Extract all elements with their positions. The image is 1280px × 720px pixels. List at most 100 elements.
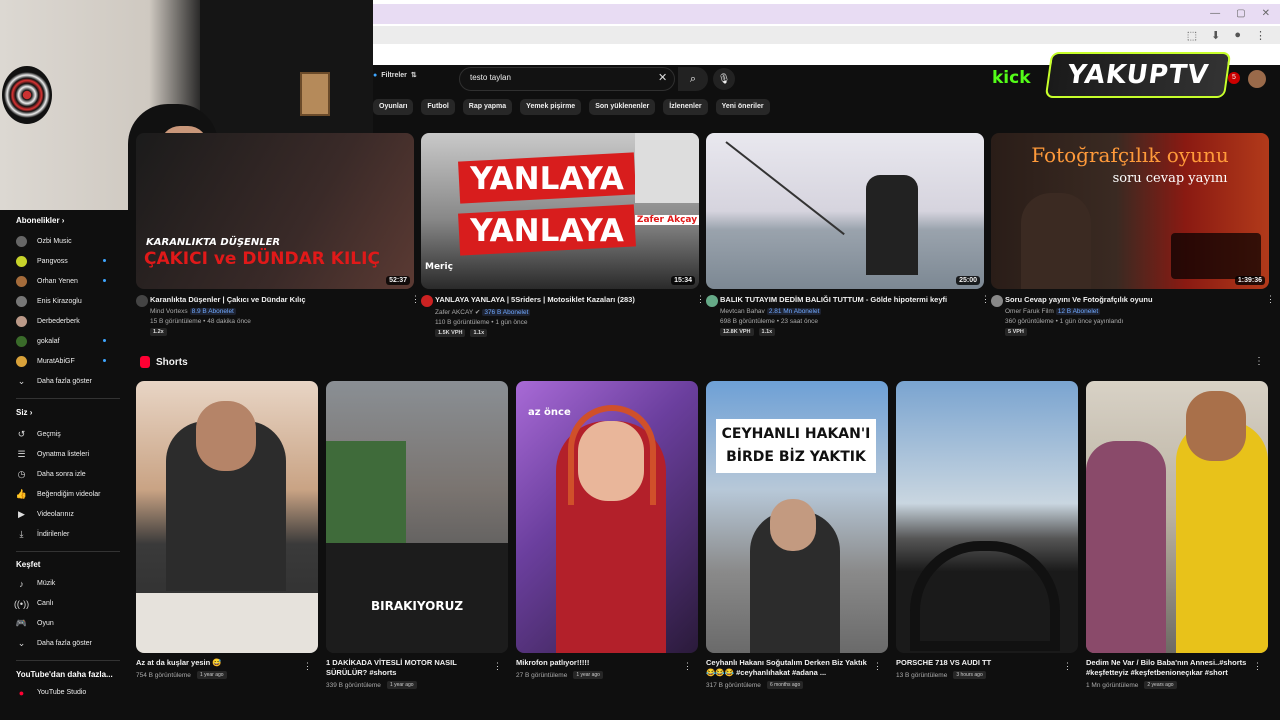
sidebar-item-gaming[interactable]: 🎮 Oyun — [16, 618, 126, 629]
subscriptions-title[interactable]: Abonelikler › — [16, 216, 64, 225]
menu-icon[interactable]: ⋮ — [1255, 29, 1266, 42]
search-input[interactable]: testo taylan — [459, 67, 675, 91]
sidebar-sub[interactable]: gokalaf — [16, 336, 126, 347]
short-title[interactable]: PORSCHE 718 VS AUDI TT — [896, 658, 1066, 668]
chip[interactable]: Son yüklenenler — [589, 99, 656, 115]
channel-avatar[interactable] — [421, 295, 433, 307]
video-title[interactable]: YANLAYA YANLAYA | 5Sriders | Motosiklet … — [435, 295, 690, 304]
video-title[interactable]: Karanlıkta Düşenler | Çakıcı ve Dündar K… — [150, 295, 405, 304]
channel-avatar[interactable] — [706, 295, 718, 307]
sidebar-item-liked[interactable]: 👍 Beğendiğim videolar — [16, 489, 126, 500]
voice-search-button[interactable]: 🎙 — [713, 68, 735, 90]
short-title[interactable]: Az at da kuşlar yesin 😅 — [136, 658, 306, 668]
chip[interactable]: Futbol — [421, 99, 455, 115]
more-options-icon[interactable]: ⋮ — [1266, 294, 1275, 305]
browser-address-bar[interactable] — [373, 26, 1280, 44]
notification-badge[interactable]: 5 — [1228, 72, 1240, 84]
sidebar-item-watch-later[interactable]: ◷ Daha sonra izle — [16, 469, 126, 480]
you-title[interactable]: Siz › — [16, 408, 32, 417]
more-options-icon[interactable]: ⋮ — [873, 661, 882, 672]
more-options-icon[interactable]: ⋮ — [1254, 356, 1264, 367]
short-card[interactable]: Az at da kuşlar yesin 😅 754 B görüntülem… — [136, 381, 318, 679]
sidebar-sub[interactable]: Pangvoss — [16, 256, 126, 267]
clear-search-icon[interactable]: ✕ — [658, 71, 667, 84]
channel-name[interactable]: Mevtcan Bahav — [720, 308, 765, 315]
chip[interactable]: Oyunları — [373, 99, 414, 115]
video-title[interactable]: BALIK TUTAYIM DEDİM BALIĞI TUTTUM - Göld… — [720, 295, 975, 304]
short-thumbnail[interactable] — [896, 381, 1078, 653]
show-more-explore[interactable]: ⌄ Daha fazla göster — [16, 638, 126, 649]
sidebar-sub[interactable]: Enis Kirazoglu — [16, 296, 126, 307]
channel-avatar[interactable] — [991, 295, 1003, 307]
sidebar-sub[interactable]: Orhan Yenen — [16, 276, 126, 287]
short-card[interactable]: Dedim Ne Var / Bilo Baba'nın Annesi..#sh… — [1086, 381, 1268, 689]
more-options-icon[interactable]: ⋮ — [683, 661, 692, 672]
more-options-icon[interactable]: ⋮ — [411, 294, 420, 305]
duration-badge: 25:00 — [956, 276, 980, 285]
sidebar-sub[interactable]: Derbederberk — [16, 316, 126, 327]
video-card[interactable]: KARANLIKTA DÜŞENLER ÇAKICI ve DÜNDAR KIL… — [136, 133, 420, 336]
short-thumbnail[interactable]: CEYHANLI HAKAN'I BİRDE BİZ YAKTIK — [706, 381, 888, 653]
chip[interactable]: İzlenenler — [663, 99, 708, 115]
short-card[interactable]: PORSCHE 718 VS AUDI TT 13 B görüntüleme 3… — [896, 381, 1078, 679]
browser-tab-strip[interactable] — [373, 4, 1280, 24]
more-options-icon[interactable]: ⋮ — [493, 661, 502, 672]
video-card[interactable]: YANLAYA YANLAYA Zafer Akçay Meriç 15:34 … — [421, 133, 705, 337]
download-icon[interactable]: ⬇ — [1211, 29, 1220, 42]
thumbnail-overlay-text: BIRAKIYORUZ — [370, 599, 464, 613]
more-options-icon[interactable]: ⋮ — [1063, 661, 1072, 672]
avatar — [16, 316, 27, 327]
short-stats: 339 B görüntüleme 1 year ago — [326, 681, 508, 689]
filters-button[interactable]: ● Filtreler ⇅ — [373, 71, 417, 80]
short-thumbnail[interactable]: az önce — [516, 381, 698, 653]
video-card[interactable]: Fotoğrafçılık oyunu soru cevap yayını 1:… — [991, 133, 1275, 336]
sidebar-item-live[interactable]: ((•)) Canlı — [14, 598, 126, 609]
age-badge: 1 year ago — [196, 671, 227, 679]
short-card[interactable]: CEYHANLI HAKAN'I BİRDE BİZ YAKTIK Ceyhan… — [706, 381, 888, 689]
sidebar-item-downloads[interactable]: ⤓ İndirilenler — [16, 529, 126, 540]
more-options-icon[interactable]: ⋮ — [981, 294, 990, 305]
sidebar-item-your-videos[interactable]: ▶ Videolarınız — [16, 509, 126, 520]
video-thumbnail[interactable]: YANLAYA YANLAYA Zafer Akçay Meriç 15:34 — [421, 133, 699, 289]
show-more-subs[interactable]: ⌄ Daha fazla göster — [16, 376, 126, 387]
sidebar-sub[interactable]: Ozbi Music — [16, 236, 126, 247]
more-options-icon[interactable]: ⋮ — [696, 294, 705, 305]
sidebar-item-playlists[interactable]: ☰ Oynatma listeleri — [16, 449, 126, 460]
sidebar-item-music[interactable]: ♪ Müzik — [16, 578, 126, 589]
short-card[interactable]: BIRAKIYORUZ 1 DAKİKADA VİTESLİ MOTOR NAS… — [326, 381, 508, 689]
video-thumbnail[interactable]: KARANLIKTA DÜŞENLER ÇAKICI ve DÜNDAR KIL… — [136, 133, 414, 289]
chip[interactable]: Rap yapma — [462, 99, 513, 115]
video-thumbnail[interactable]: 25:00 — [706, 133, 984, 289]
short-card[interactable]: az önce Mikrofon patlıyor!!!!! 27 B görü… — [516, 381, 698, 679]
minimize-icon[interactable]: — — [1210, 8, 1220, 19]
profile-icon[interactable]: ● — [1234, 29, 1241, 42]
chip[interactable]: Yemek pişirme — [520, 99, 582, 115]
short-thumbnail[interactable]: BIRAKIYORUZ — [326, 381, 508, 653]
short-thumbnail[interactable] — [136, 381, 318, 653]
sidebar-sub[interactable]: MuratAbiGF — [16, 356, 126, 367]
video-thumbnail[interactable]: Fotoğrafçılık oyunu soru cevap yayını 1:… — [991, 133, 1269, 289]
more-options-icon[interactable]: ⋮ — [1253, 661, 1262, 672]
short-title[interactable]: Ceyhanlı Hakanı Soğutalım Derken Biz Yak… — [706, 658, 876, 678]
chip[interactable]: Yeni öneriler — [715, 99, 770, 115]
divider — [16, 398, 120, 399]
channel-name[interactable]: Zafer AKCAY — [435, 309, 473, 316]
short-title[interactable]: 1 DAKİKADA VİTESLİ MOTOR NASIL SÜRÜLÜR? … — [326, 658, 496, 678]
more-options-icon[interactable]: ⋮ — [303, 661, 312, 672]
close-window-icon[interactable]: ✕ — [1262, 8, 1270, 19]
channel-name[interactable]: Omer Faruk Film — [1005, 308, 1054, 315]
short-thumbnail[interactable] — [1086, 381, 1268, 653]
channel-avatar[interactable] — [136, 295, 148, 307]
verified-icon: ✔ — [474, 309, 481, 316]
video-title[interactable]: Soru Cevap yayını Ve Fotoğrafçılık oyunu — [1005, 295, 1260, 304]
short-title[interactable]: Mikrofon patlıyor!!!!! — [516, 658, 686, 668]
sidebar-item-studio[interactable]: ● YouTube Studio — [16, 687, 126, 698]
maximize-icon[interactable]: ▢ — [1236, 8, 1245, 19]
short-title[interactable]: Dedim Ne Var / Bilo Baba'nın Annesi..#sh… — [1086, 658, 1256, 678]
account-avatar[interactable] — [1248, 70, 1266, 88]
extension-icon[interactable]: ⬚ — [1187, 29, 1197, 42]
video-card[interactable]: 25:00 BALIK TUTAYIM DEDİM BALIĞI TUTTUM … — [706, 133, 990, 336]
search-button[interactable]: ⌕ — [678, 67, 708, 91]
sidebar-item-history[interactable]: ↺ Geçmiş — [16, 429, 126, 440]
channel-name[interactable]: Mind Vortexs — [150, 308, 188, 315]
